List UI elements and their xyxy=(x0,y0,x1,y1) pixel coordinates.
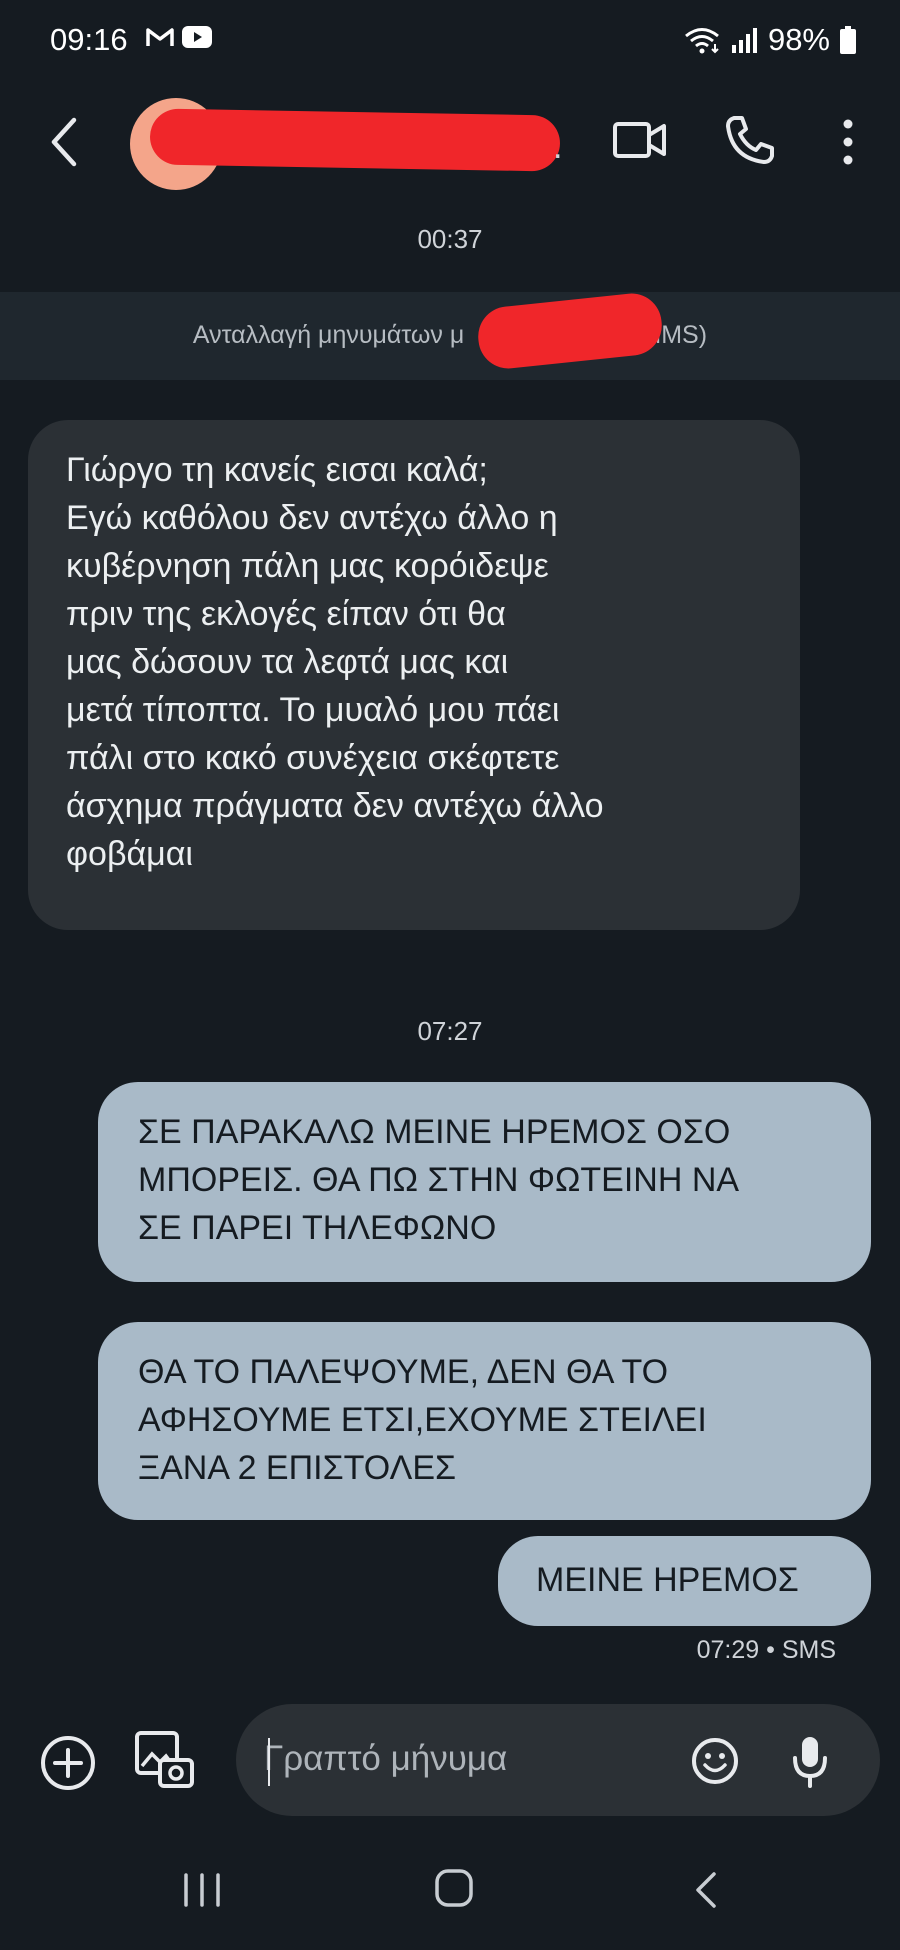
wifi-icon xyxy=(685,28,719,54)
sent-message-text: ΜΕΙΝΕ ΗΡΕΜΟΣ xyxy=(536,1561,799,1599)
sent-message-text: ΣΕ ΠΑΡΑΚΑΛΩ ΜΕΙΝΕ ΗΡΕΜΟΣ ΟΣΟ ΜΠΟΡΕΙΣ. ΘΑ… xyxy=(138,1113,740,1247)
gmail-icon xyxy=(146,28,174,46)
recent-apps-icon[interactable] xyxy=(180,1872,224,1908)
received-message-bubble[interactable]: Γιώργο τη κανείς εισαι καλά; Εγώ καθόλου… xyxy=(28,420,800,930)
message-composer[interactable] xyxy=(236,1704,880,1816)
nav-back-icon[interactable] xyxy=(690,1870,720,1910)
status-right: 98% xyxy=(682,22,856,58)
notification-icons xyxy=(146,26,212,48)
contact-name[interactable]: . xyxy=(553,128,562,167)
received-message-text: Γιώργο τη κανείς εισαι καλά; Εγώ καθόλου… xyxy=(66,451,604,873)
text-cursor xyxy=(268,1738,270,1786)
sent-time-meta: 07:29 • SMS xyxy=(696,1636,836,1664)
message-input[interactable] xyxy=(264,1726,664,1792)
timestamp-divider: 00:37 xyxy=(417,224,483,254)
mic-icon[interactable] xyxy=(790,1734,830,1788)
sent-message-text: ΘΑ ΤΟ ΠΑΛΕΨΟΥΜΕ, ΔΕΝ ΘΑ ΤΟ ΑΦΗΣΟΥΜΕ ΕΤΣΙ… xyxy=(138,1353,707,1487)
youtube-icon xyxy=(182,26,212,48)
battery-percent: 98% xyxy=(767,22,830,57)
sent-message-bubble[interactable]: ΜΕΙΝΕ ΗΡΕΜΟΣ xyxy=(498,1536,871,1626)
home-icon[interactable] xyxy=(434,1868,474,1908)
sent-message-bubble[interactable]: ΣΕ ΠΑΡΑΚΑΛΩ ΜΕΙΝΕ ΗΡΕΜΟΣ ΟΣΟ ΜΠΟΡΕΙΣ. ΘΑ… xyxy=(98,1082,871,1282)
video-call-icon[interactable] xyxy=(612,118,668,162)
signal-icon xyxy=(731,28,757,53)
timestamp-divider: 07:27 xyxy=(417,1016,483,1046)
emoji-icon[interactable] xyxy=(690,1736,740,1786)
more-vert-icon[interactable] xyxy=(838,116,858,168)
sent-message-bubble[interactable]: ΘΑ ΤΟ ΠΑΛΕΨΟΥΜΕ, ΔΕΝ ΘΑ ΤΟ ΑΦΗΣΟΥΜΕ ΕΤΣΙ… xyxy=(98,1322,871,1520)
banner-text-left: Ανταλλαγή μηνυμάτων μ xyxy=(192,321,465,349)
phone-icon[interactable] xyxy=(724,114,774,166)
back-arrow-icon[interactable] xyxy=(40,112,90,172)
battery-icon xyxy=(840,26,856,54)
sms-info-banner: Ανταλλαγή μηνυμάτων μSMS/MMS) xyxy=(0,292,900,380)
redaction-mark xyxy=(149,108,561,172)
status-time: 09:16 xyxy=(50,22,128,57)
gallery-camera-icon[interactable] xyxy=(134,1730,194,1790)
banner-text: Ανταλλαγή μηνυμάτων μSMS/MMS) xyxy=(0,321,900,350)
add-icon[interactable] xyxy=(40,1735,96,1791)
